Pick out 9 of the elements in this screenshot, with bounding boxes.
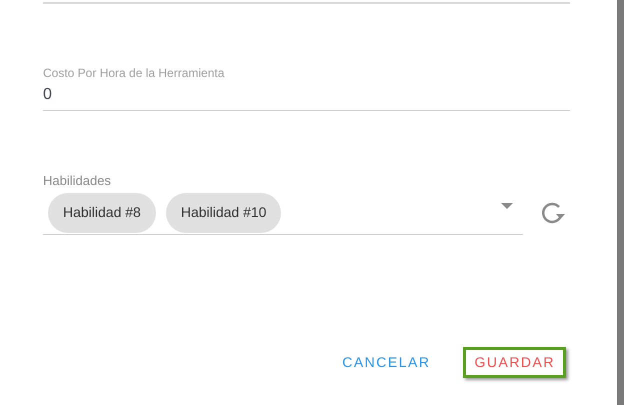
skill-chip[interactable]: Habilidad #8	[48, 192, 156, 232]
field-label: Costo Por Hora de la Herramienta	[43, 66, 226, 80]
field-label: Habilidades	[43, 173, 112, 189]
select-field[interactable]: Habilidad #8 Habilidad #10	[43, 191, 523, 235]
skill-chip[interactable]: Habilidad #10	[166, 192, 282, 232]
refresh-icon[interactable]	[540, 200, 566, 224]
dropdown-icon	[501, 202, 513, 208]
save-button[interactable]: GUARDAR	[463, 347, 566, 378]
input-field[interactable]: 0	[43, 80, 570, 110]
